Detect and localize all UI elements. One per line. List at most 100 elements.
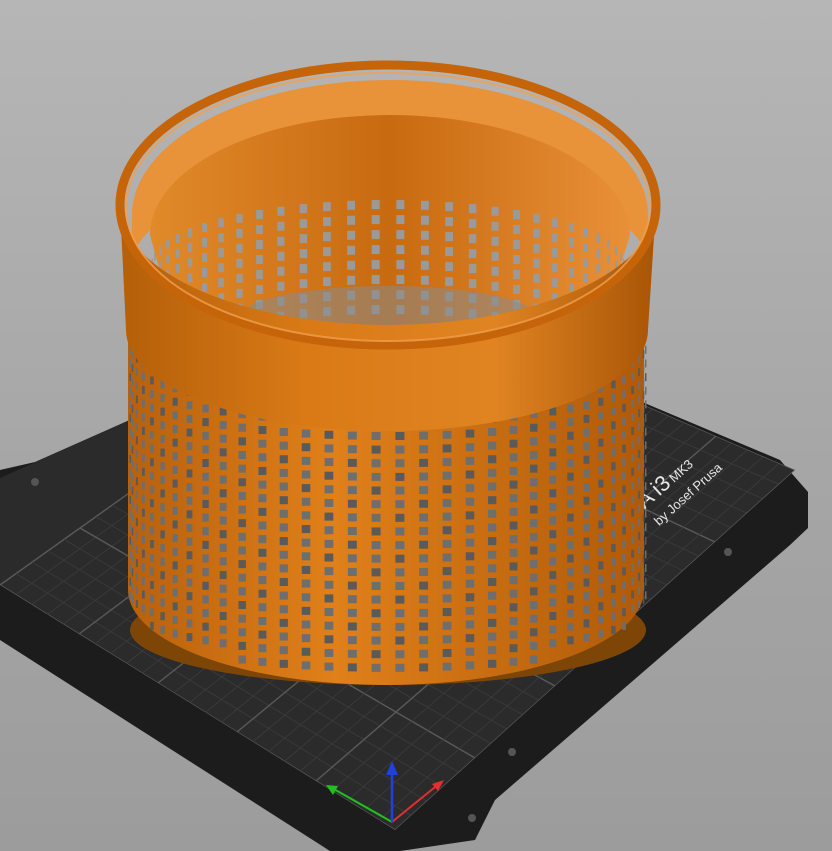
perforation-hole — [622, 621, 626, 630]
perforation-hole — [396, 200, 405, 210]
perforation-hole — [279, 646, 288, 655]
perforation-hole — [371, 527, 381, 536]
perforation-hole — [202, 554, 209, 563]
perforation-hole — [442, 444, 452, 453]
perforation-hole — [644, 482, 647, 491]
perforation-hole — [301, 456, 311, 465]
perforation-hole — [131, 391, 134, 400]
basket-model[interactable] — [115, 60, 661, 685]
perforation-hole — [258, 562, 267, 571]
perforation-hole — [611, 625, 616, 634]
perforation-hole — [131, 445, 134, 454]
perforation-hole — [141, 481, 145, 490]
perforation-hole — [236, 243, 243, 253]
perforation-hole — [598, 575, 604, 584]
perforation-hole — [279, 605, 288, 614]
perforation-hole — [219, 625, 227, 634]
perforation-hole — [299, 264, 308, 274]
perforation-hole — [323, 262, 331, 272]
perforation-hole — [533, 288, 540, 298]
perforation-hole — [135, 368, 138, 377]
perforation-hole — [644, 400, 647, 409]
perforation-hole — [420, 275, 429, 285]
perforation-hole — [442, 485, 452, 494]
perforation-hole — [150, 417, 154, 426]
perforation-hole — [509, 439, 518, 448]
perforation-hole — [488, 577, 497, 586]
perforation-hole — [509, 616, 518, 625]
perforation-hole — [509, 562, 518, 571]
perforation-hole — [631, 576, 635, 585]
perforation-hole — [371, 245, 380, 255]
perforation-hole — [218, 218, 224, 228]
perforation-hole — [135, 395, 138, 404]
perforation-hole — [219, 530, 227, 539]
perforation-hole — [277, 236, 285, 246]
perforation-hole — [622, 581, 626, 590]
perforation-hole — [465, 606, 475, 615]
3d-viewport[interactable]: USA i3 MK3 by Josef Prusa — [0, 0, 832, 851]
perforation-hole — [644, 550, 647, 559]
perforation-hole — [442, 430, 452, 439]
perforation-hole — [549, 598, 557, 607]
perforation-hole — [396, 275, 405, 285]
perforation-hole — [442, 553, 452, 562]
perforation-hole — [549, 639, 557, 648]
perforation-hole — [238, 601, 246, 610]
perforation-hole — [258, 453, 267, 462]
perforation-hole — [371, 230, 380, 240]
perforation-hole — [622, 594, 626, 603]
perforation-hole — [135, 490, 138, 499]
perforation-hole — [172, 547, 178, 556]
perforation-hole — [442, 594, 452, 603]
perforation-hole — [567, 445, 574, 454]
perforation-hole — [160, 503, 165, 512]
perforation-hole — [530, 587, 538, 596]
perforation-hole — [642, 445, 645, 454]
perforation-hole — [218, 263, 224, 273]
perforation-hole — [644, 359, 647, 368]
perforation-hole — [371, 486, 381, 495]
perforation-hole — [567, 527, 574, 536]
perforation-hole — [219, 543, 227, 552]
perforation-hole — [258, 548, 267, 557]
perforation-hole — [567, 486, 574, 495]
perforation-hole — [141, 576, 145, 585]
perforation-hole — [141, 522, 145, 531]
perforation-hole — [323, 247, 331, 257]
perforation-hole — [172, 575, 178, 584]
perforation-hole — [371, 554, 381, 563]
perforation-hole — [347, 431, 357, 440]
perforation-hole — [583, 592, 590, 601]
perforation-hole — [549, 489, 557, 498]
perforation-hole — [631, 522, 635, 531]
perforation-hole — [150, 526, 154, 535]
perforation-hole — [419, 581, 429, 590]
perforation-hole — [395, 636, 405, 645]
perforation-hole — [371, 595, 381, 604]
perforation-hole — [611, 475, 616, 484]
perforation-hole — [598, 561, 604, 570]
perforation-hole — [150, 403, 154, 412]
perforation-hole — [347, 527, 357, 536]
perforation-hole — [347, 636, 357, 645]
perforation-hole — [279, 564, 288, 573]
perforation-hole — [631, 508, 635, 517]
perforation-hole — [549, 461, 557, 470]
perforation-hole — [509, 589, 518, 598]
perforation-hole — [238, 464, 246, 473]
perforation-hole — [395, 459, 405, 468]
perforation-hole — [172, 520, 178, 529]
perforation-hole — [135, 518, 138, 527]
perforation-hole — [186, 510, 193, 519]
perforation-hole — [258, 507, 267, 516]
perforation-hole — [324, 635, 334, 644]
perforation-hole — [202, 622, 209, 631]
perforation-hole — [567, 568, 574, 577]
perforation-hole — [642, 595, 645, 604]
perforation-hole — [488, 523, 497, 532]
perforation-hole — [442, 621, 452, 630]
perforation-hole — [567, 513, 574, 522]
perforation-hole — [129, 482, 132, 491]
3d-scene[interactable]: USA i3 MK3 by Josef Prusa — [0, 0, 832, 851]
